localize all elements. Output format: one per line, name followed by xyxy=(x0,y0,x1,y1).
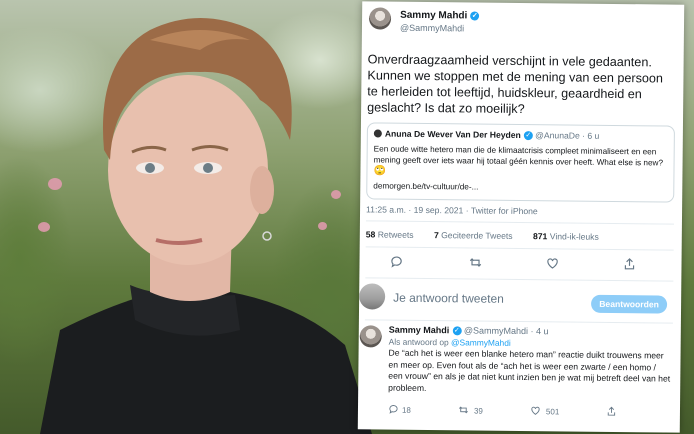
retweets-label: Retweets xyxy=(377,229,414,240)
retweet-icon[interactable] xyxy=(458,404,469,415)
quoted-author-avatar xyxy=(373,129,382,138)
tweet-text: Onverdraagzaamheid verschijnt in vele ge… xyxy=(367,52,664,117)
like-heart-icon[interactable] xyxy=(530,405,541,416)
likes-label: Vind-ik-leuks xyxy=(549,231,599,242)
reply-icon[interactable] xyxy=(388,404,399,415)
reply-to-prefix: Als antwoord op xyxy=(388,336,449,348)
likes-count: 871 xyxy=(532,231,548,242)
reply-author-avatar[interactable] xyxy=(359,325,382,348)
verified-badge-icon: ✓ xyxy=(452,326,462,336)
quotes-count: 7 xyxy=(433,230,439,241)
verified-badge-icon: ✓ xyxy=(470,11,480,21)
reply-to-line: Als antwoord op @SammyMahdi xyxy=(389,337,511,348)
tweet-card: Sammy Mahdi ✓ @SammyMahdi Onverdraagzaamh… xyxy=(357,1,685,433)
quoted-author-name: Anuna De Wever Van Der Heyden xyxy=(384,128,521,140)
share-icon[interactable] xyxy=(606,406,617,417)
quotes-label: Geciteerde Tweets xyxy=(441,230,513,241)
reply-icon[interactable] xyxy=(389,255,403,269)
tweet-timestamp[interactable]: 11:25 a.m. · 19 sep. 2021 · Twitter for … xyxy=(366,204,538,216)
reply-author-handle[interactable]: @SammyMahdi xyxy=(464,325,528,336)
reply-age: · 4 u xyxy=(530,326,549,337)
current-user-avatar xyxy=(359,283,386,310)
author-handle[interactable]: @SammyMahdi xyxy=(400,23,464,34)
author-name[interactable]: Sammy Mahdi ✓ xyxy=(400,9,480,22)
retweets-stat[interactable]: 58 Retweets xyxy=(366,229,414,239)
quoted-tweet-header: Anuna De Wever Van Der Heyden ✓ @AnunaDe … xyxy=(373,128,600,141)
quotes-stat[interactable]: 7 Geciteerde Tweets xyxy=(434,230,513,241)
eye-roll-emoji-icon: 🙄 xyxy=(373,165,386,177)
verified-badge-icon: ✓ xyxy=(523,131,533,141)
retweets-count: 58 xyxy=(365,229,376,240)
author-avatar[interactable] xyxy=(368,7,392,30)
divider xyxy=(365,246,674,251)
reply-input[interactable]: Je antwoord tweeten xyxy=(393,291,504,306)
share-icon[interactable] xyxy=(622,257,636,271)
reply-author-name[interactable]: Sammy Mahdi xyxy=(389,325,450,336)
reply-submit-button[interactable]: Beantwoorden xyxy=(591,294,668,314)
like-count: 501 xyxy=(545,407,560,417)
likes-stat[interactable]: 871 Vind-ik-leuks xyxy=(533,231,599,242)
quoted-tweet-age: · 6 u xyxy=(582,130,600,141)
reply-count: 18 xyxy=(401,405,411,415)
reply-text: De “ach het is weer een blanke hetero ma… xyxy=(388,347,671,393)
reply-to-handle[interactable]: @SammyMahdi xyxy=(451,337,511,348)
quoted-tweet-link[interactable]: demorgen.be/tv-cultuur/de-... xyxy=(373,181,478,191)
reply-header: Sammy Mahdi ✓ @SammyMahdi · 4 u xyxy=(389,325,549,337)
divider xyxy=(365,220,674,225)
like-heart-icon[interactable] xyxy=(545,256,559,270)
quoted-author-handle: @AnunaDe xyxy=(535,130,580,141)
tweet-action-bar xyxy=(360,254,682,270)
retweet-count: 39 xyxy=(473,406,483,416)
author-name-text: Sammy Mahdi xyxy=(400,9,468,22)
quoted-tweet[interactable]: Anuna De Wever Van Der Heyden ✓ @AnunaDe … xyxy=(366,122,675,203)
retweet-icon[interactable] xyxy=(468,255,482,269)
reply-action-bar: 18 39 501 xyxy=(358,403,680,416)
reply-composer: Je antwoord tweeten Beantwoorden xyxy=(359,277,681,322)
quoted-tweet-text: Een oude witte hetero man die de klimaat… xyxy=(373,144,664,168)
tweet-stats: 58 Retweets 7 Geciteerde Tweets 871 Vind… xyxy=(366,229,617,242)
quoted-tweet-body: Een oude witte hetero man die de klimaat… xyxy=(373,143,665,179)
